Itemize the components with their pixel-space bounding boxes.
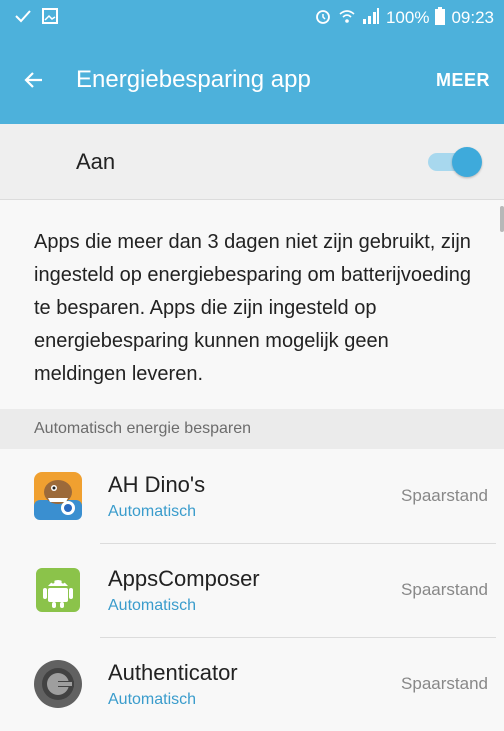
app-row-authenticator[interactable]: Authenticator Automatisch Spaarstand	[0, 637, 504, 731]
toggle-thumb	[452, 146, 482, 177]
authenticator-app-icon	[32, 658, 84, 710]
app-mode: Spaarstand	[401, 674, 488, 693]
status-bar: 100% 09:23	[0, 0, 504, 36]
app-text: AH Dino's Automatisch	[108, 471, 401, 521]
more-button[interactable]: MEER	[436, 70, 490, 91]
app-text: Authenticator Automatisch	[108, 659, 401, 709]
app-status: Automatisch	[108, 503, 197, 520]
app-text: AppsComposer Automatisch	[108, 565, 401, 615]
signal-icon	[362, 7, 380, 29]
master-toggle[interactable]	[428, 146, 482, 177]
description-text: Apps die meer dan 3 dagen niet zijn gebr…	[0, 200, 504, 409]
status-right: 100% 09:23	[314, 6, 494, 30]
app-mode: Spaarstand	[401, 580, 488, 599]
clock: 09:23	[451, 8, 494, 27]
android-app-icon	[32, 564, 84, 616]
status-left	[14, 7, 58, 29]
app-list: AH Dino's Automatisch Spaarstand AppsCom…	[0, 449, 504, 731]
wifi-icon	[338, 7, 356, 30]
master-switch-label: Aan	[76, 148, 116, 174]
app-mode: Spaarstand	[401, 486, 488, 505]
app-row-appscomposer[interactable]: AppsComposer Automatisch Spaarstand	[0, 543, 504, 637]
scrollbar	[500, 206, 504, 232]
app-status: Automatisch	[108, 691, 197, 708]
alarm-icon	[314, 7, 332, 30]
page-title: Energiebesparing app	[76, 66, 311, 93]
app-name: Authenticator	[108, 660, 238, 685]
image-icon	[42, 7, 58, 29]
battery-percent: 100%	[385, 8, 430, 27]
app-name: AH Dino's	[108, 472, 206, 497]
ah-dinos-app-icon	[32, 470, 84, 522]
app-row-ah-dinos[interactable]: AH Dino's Automatisch Spaarstand	[0, 449, 504, 543]
description-body: Apps die meer dan 3 dagen niet zijn gebr…	[34, 231, 471, 385]
app-status: Automatisch	[108, 597, 197, 614]
battery-icon	[435, 6, 446, 30]
app-bar: Energiebesparing app MEER	[0, 36, 504, 124]
back-arrow-icon[interactable]	[22, 68, 62, 92]
section-header: Automatisch energie besparen	[0, 409, 504, 449]
check-icon	[14, 8, 32, 29]
app-name: AppsComposer	[108, 566, 260, 591]
master-switch-row[interactable]: Aan	[0, 124, 504, 200]
